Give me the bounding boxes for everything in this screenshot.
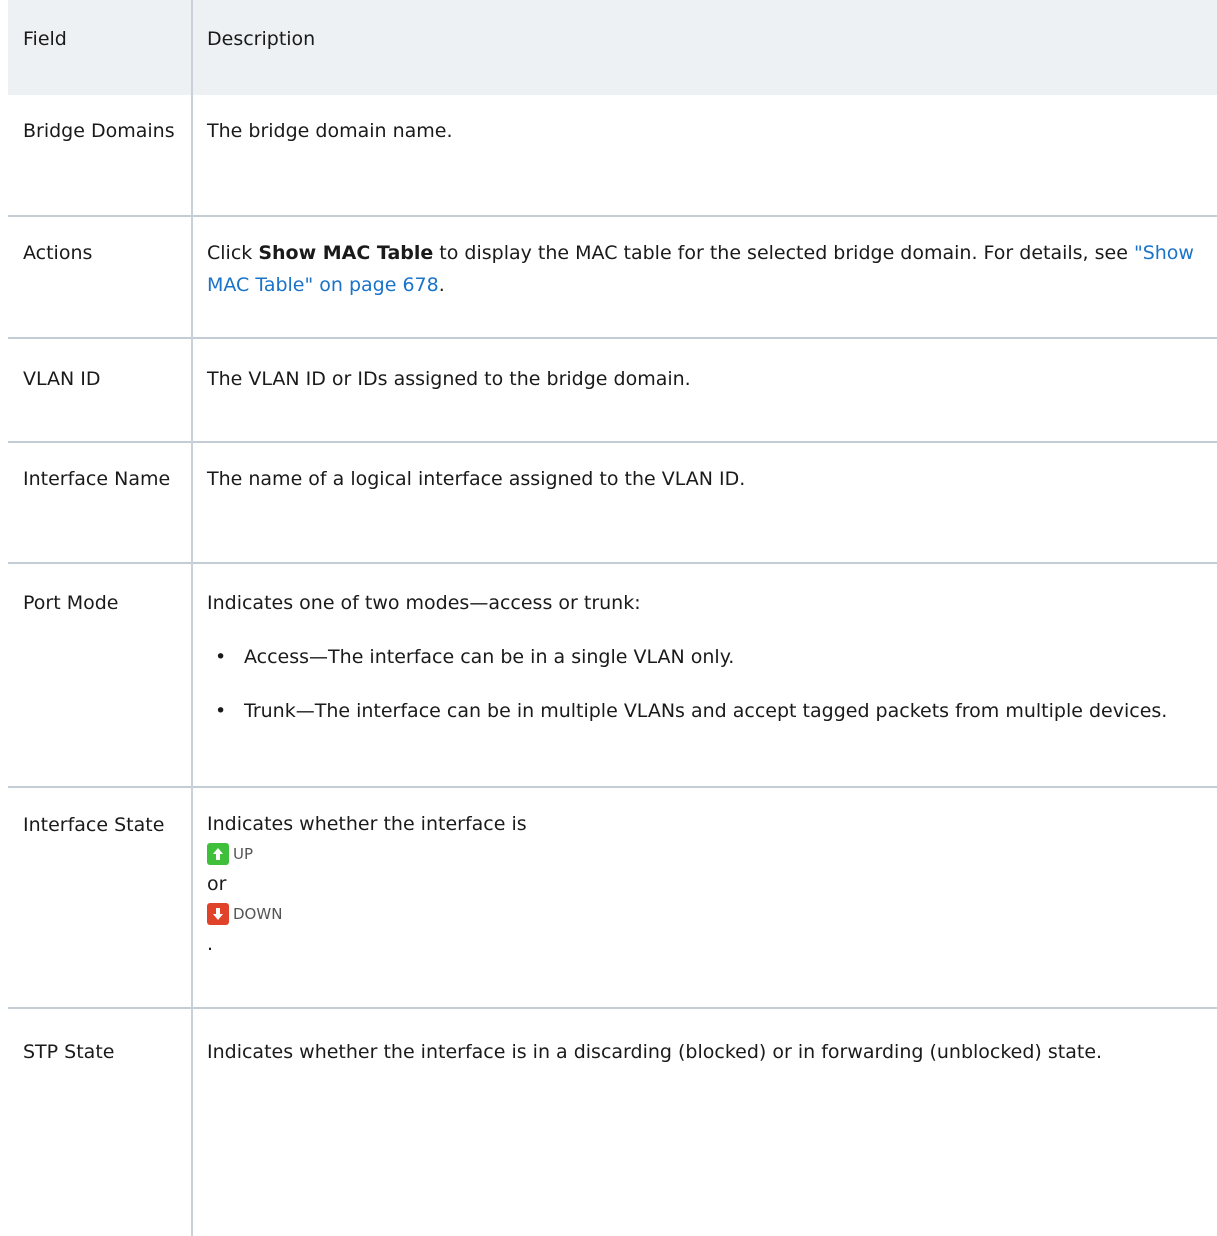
column-divider: [191, 0, 193, 1236]
show-mac-table-term: Show MAC Table: [258, 242, 434, 264]
field-description: The VLAN ID or IDs assigned to the bridg…: [207, 368, 691, 390]
table-header: Field Description: [8, 0, 1217, 95]
text-pre: Click: [207, 242, 259, 264]
field-description: Indicates one of two modes—access or tru…: [193, 564, 1217, 786]
list-item: • Trunk—The interface can be in multiple …: [207, 695, 1203, 727]
port-mode-intro: Indicates one of two modes—access or tru…: [207, 592, 641, 614]
text-end: .: [438, 274, 445, 296]
field-description: The name of a logical interface assigned…: [207, 468, 746, 490]
field-description: Indicates whether the interface is in a …: [207, 1041, 1103, 1063]
field-description: Click Show MAC Table to display the MAC …: [193, 217, 1217, 337]
field-name: VLAN ID: [23, 368, 101, 390]
header-field: Field: [23, 28, 67, 50]
arrow-up-icon: [207, 843, 229, 865]
list-item-text: Trunk—The interface can be in multiple V…: [244, 700, 1168, 722]
status-down: DOWN: [207, 899, 1203, 929]
field-name: Actions: [23, 242, 93, 264]
table-row-stp-state: STP State Indicates whether the interfac…: [8, 1009, 1217, 1109]
bullet-icon: •: [215, 646, 227, 668]
table-row-vlan-id: VLAN ID The VLAN ID or IDs assigned to t…: [8, 339, 1217, 443]
field-description: Indicates whether the interface is UP or…: [193, 788, 1217, 1007]
field-name: Interface Name: [23, 468, 171, 490]
list-item: • Access—The interface can be in a single…: [207, 641, 1203, 673]
state-or: or: [207, 873, 227, 895]
state-end: .: [207, 933, 214, 955]
status-up: UP: [207, 839, 1203, 869]
table-row-interface-name: Interface Name The name of a logical int…: [8, 443, 1217, 564]
bullet-icon: •: [215, 700, 227, 722]
table-row-port-mode: Port Mode Indicates one of two modes—acc…: [8, 564, 1217, 788]
field-name: Port Mode: [23, 592, 119, 614]
table-row-actions: Actions Click Show MAC Table to display …: [8, 217, 1217, 339]
text-post: to display the MAC table for the selecte…: [433, 242, 1134, 264]
status-down-label: DOWN: [233, 905, 283, 923]
arrow-down-icon: [207, 903, 229, 925]
field-name: Bridge Domains: [23, 120, 175, 142]
table-row-interface-state: Interface State Indicates whether the in…: [8, 788, 1217, 1009]
field-name: Interface State: [23, 814, 165, 836]
table-row-bridge-domains: Bridge Domains The bridge domain name.: [8, 95, 1217, 217]
port-mode-list: • Access—The interface can be in a single…: [207, 641, 1203, 727]
field-name: STP State: [23, 1041, 115, 1063]
header-description: Description: [207, 28, 316, 50]
field-description: The bridge domain name.: [207, 120, 453, 142]
state-intro: Indicates whether the interface is: [207, 813, 527, 835]
list-item-text: Access—The interface can be in a single …: [244, 646, 735, 668]
status-up-label: UP: [233, 845, 254, 863]
field-description-table: Field Description Bridge Domains The bri…: [8, 0, 1217, 1236]
